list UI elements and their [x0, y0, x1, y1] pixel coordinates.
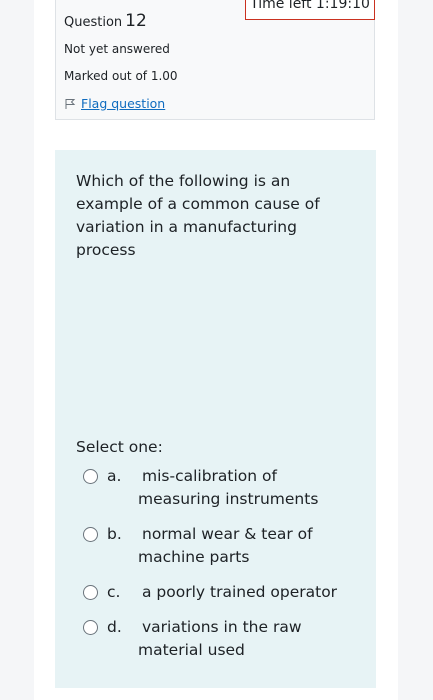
- flag-question-label[interactable]: Flag question: [81, 96, 165, 111]
- answer-option-b[interactable]: b. normal wear & tear of machine parts: [83, 523, 353, 569]
- option-letter: a.: [107, 467, 122, 485]
- question-state: Not yet answered: [64, 42, 170, 56]
- question-number: 12: [125, 11, 147, 31]
- radio-option-d[interactable]: [83, 620, 98, 635]
- flag-icon: [65, 98, 76, 109]
- option-letter: d.: [107, 618, 122, 636]
- answer-option-d[interactable]: d. variations in the raw material used: [83, 616, 353, 662]
- option-text: normal wear & tear of machine parts: [138, 525, 313, 566]
- question-text: Which of the following is an example of …: [76, 172, 320, 259]
- answer-option-c[interactable]: c. a poorly trained operator: [83, 581, 353, 604]
- answer-prompt: Select one:: [76, 438, 163, 456]
- radio-option-c[interactable]: [83, 585, 98, 600]
- answer-option-a[interactable]: a. mis-calibration of measuring instrume…: [83, 465, 353, 511]
- option-letter: b.: [107, 525, 122, 543]
- question-label: Question: [64, 15, 123, 30]
- question-title: Question 12: [64, 11, 147, 31]
- quiz-timer: Time left 1:19:10: [245, 0, 375, 20]
- option-text: variations in the raw material used: [138, 618, 302, 659]
- question-grade: Marked out of 1.00: [64, 69, 178, 83]
- radio-option-a[interactable]: [83, 469, 98, 484]
- option-text: a poorly trained operator: [142, 583, 338, 601]
- radio-option-b[interactable]: [83, 527, 98, 542]
- option-letter: c.: [107, 583, 121, 601]
- option-text: mis-calibration of measuring instruments: [138, 467, 319, 508]
- flag-question-link[interactable]: Flag question: [64, 96, 165, 111]
